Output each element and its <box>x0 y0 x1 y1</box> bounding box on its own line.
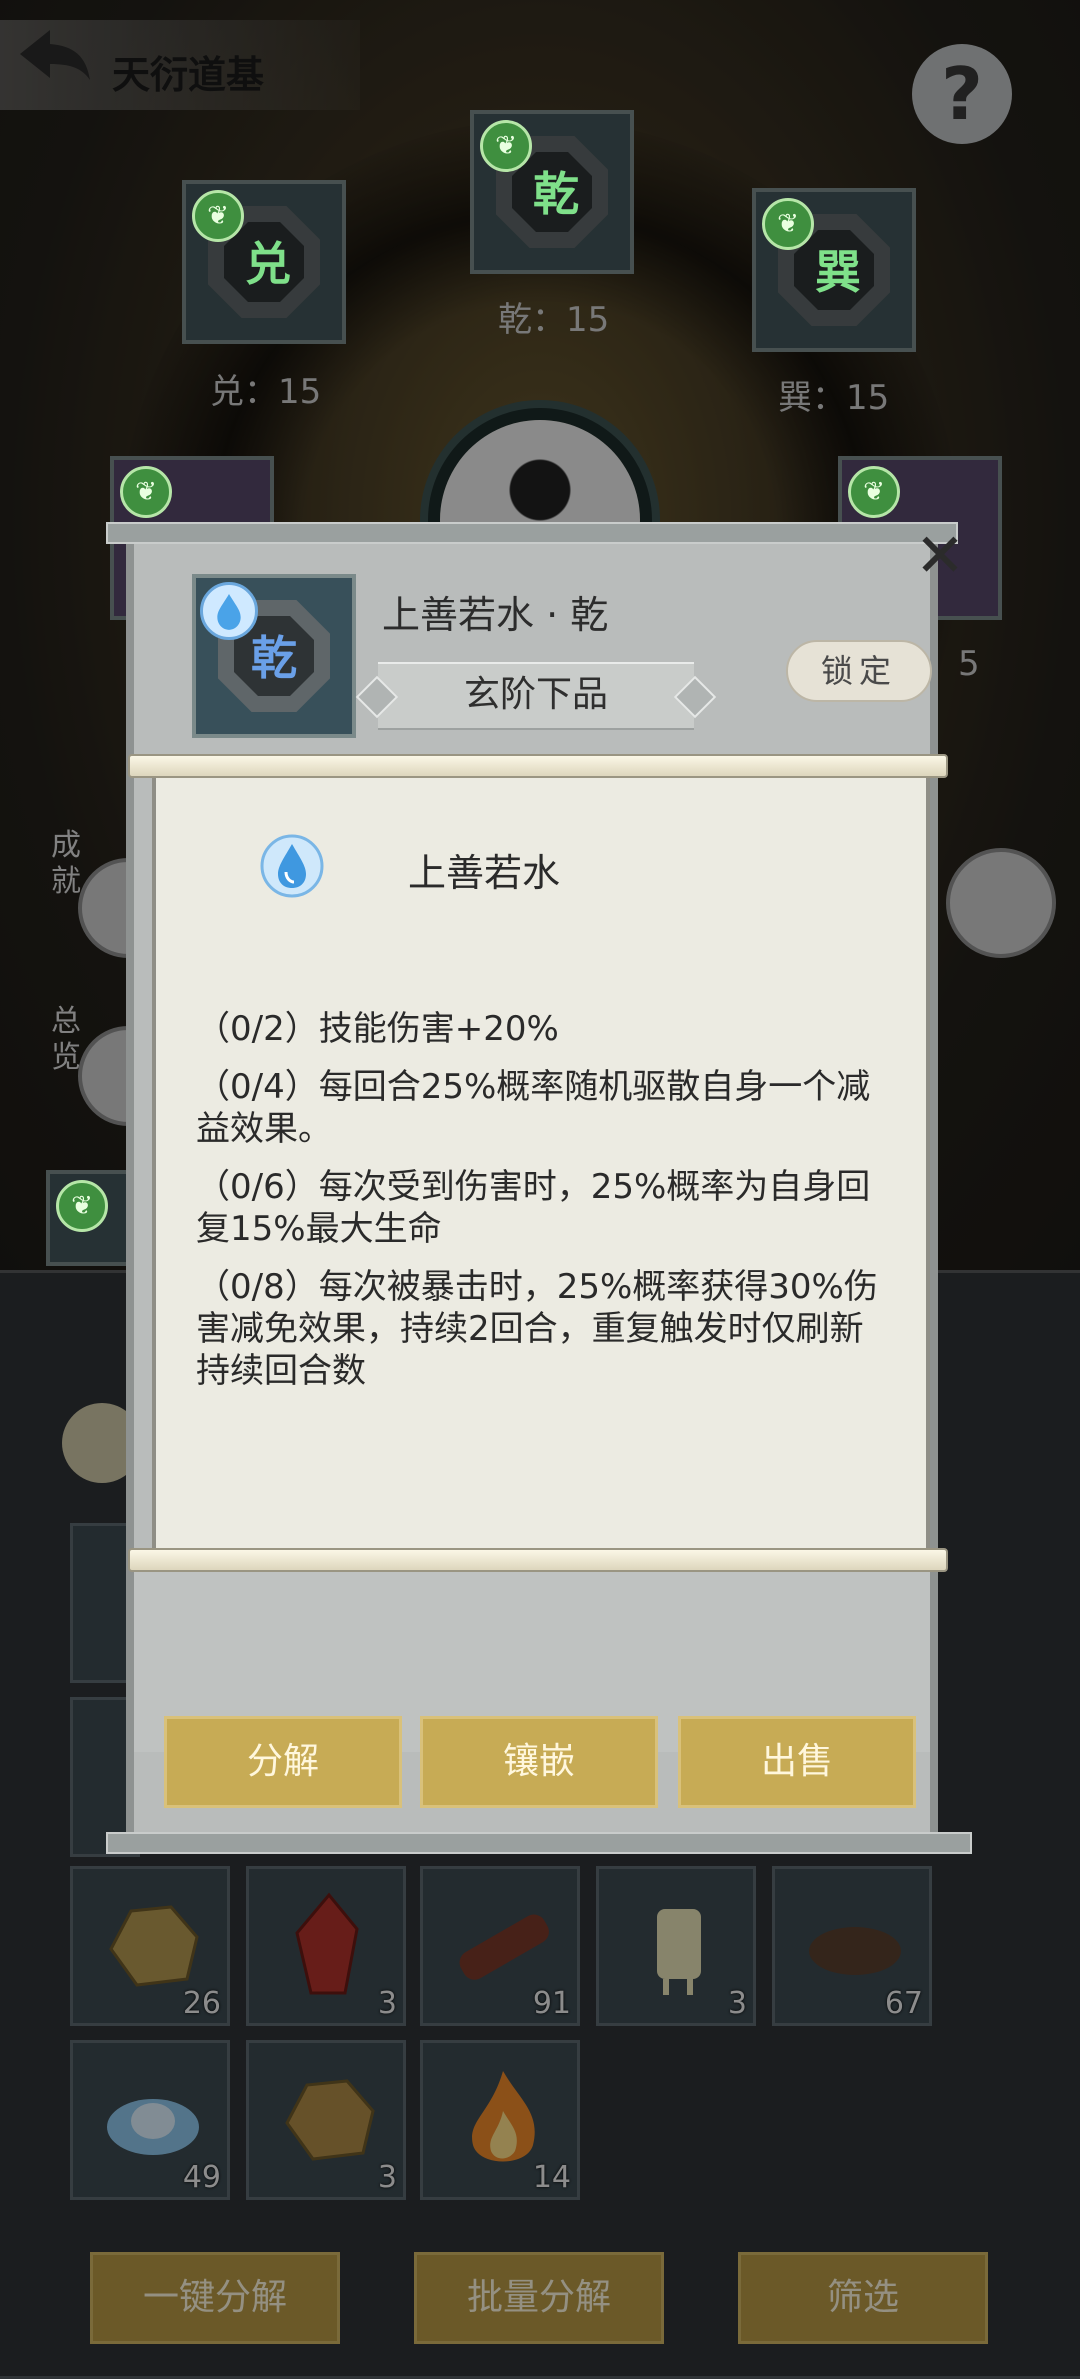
inlay-label: 镶嵌 <box>502 1741 575 1782</box>
close-icon[interactable]: ✕ <box>906 522 974 590</box>
set-bonus-2: （0/2）技能伤害+20% <box>196 1009 559 1049</box>
wood-element-icon: ❦ <box>192 190 244 242</box>
grade-banner: 玄阶下品 <box>378 662 694 730</box>
lock-button[interactable]: 锁定 <box>786 640 932 702</box>
sell-label: 出售 <box>760 1741 833 1782</box>
sell-button[interactable]: 出售 <box>678 1716 916 1808</box>
water-drop-icon <box>260 834 324 898</box>
item-name: 上善若水 · 乾 <box>382 593 609 637</box>
wood-element-icon: ❦ <box>56 1180 108 1232</box>
wood-element-icon: ❦ <box>848 466 900 518</box>
rune-detail-modal: ✕ 乾 上善若水 · 乾 玄阶下品 锁定 上善若水 （0/2）技能伤害+20% … <box>106 522 972 1854</box>
set-bonus-scroll: 上善若水 （0/2）技能伤害+20% （0/4）每回合25%概率随机驱散自身一个… <box>152 776 930 1550</box>
modal-bottom-rod <box>106 1832 972 1854</box>
water-element-icon <box>200 582 258 640</box>
set-bonus-4: （0/4）每回合25%概率随机驱散自身一个减益效果。 <box>196 1067 871 1149</box>
decompose-label: 分解 <box>246 1741 319 1782</box>
inlay-button[interactable]: 镶嵌 <box>420 1716 658 1808</box>
set-bonus-6: （0/6）每次受到伤害时，25%概率为自身回复15%最大生命 <box>196 1167 871 1249</box>
decompose-button[interactable]: 分解 <box>164 1716 402 1808</box>
wood-element-icon: ❦ <box>480 120 532 172</box>
wood-element-icon: ❦ <box>120 466 172 518</box>
set-bonus-8: （0/8）每次被暴击时，25%概率获得30%伤害减免效果，持续2回合，重复触发时… <box>196 1267 878 1391</box>
set-name: 上善若水 <box>408 851 561 895</box>
scroll-bottom-rod <box>128 1548 948 1572</box>
scroll-top-rod <box>128 754 948 778</box>
rune-icon: 乾 <box>192 574 356 738</box>
modal-top-rod <box>106 522 958 544</box>
wood-element-icon: ❦ <box>762 198 814 250</box>
